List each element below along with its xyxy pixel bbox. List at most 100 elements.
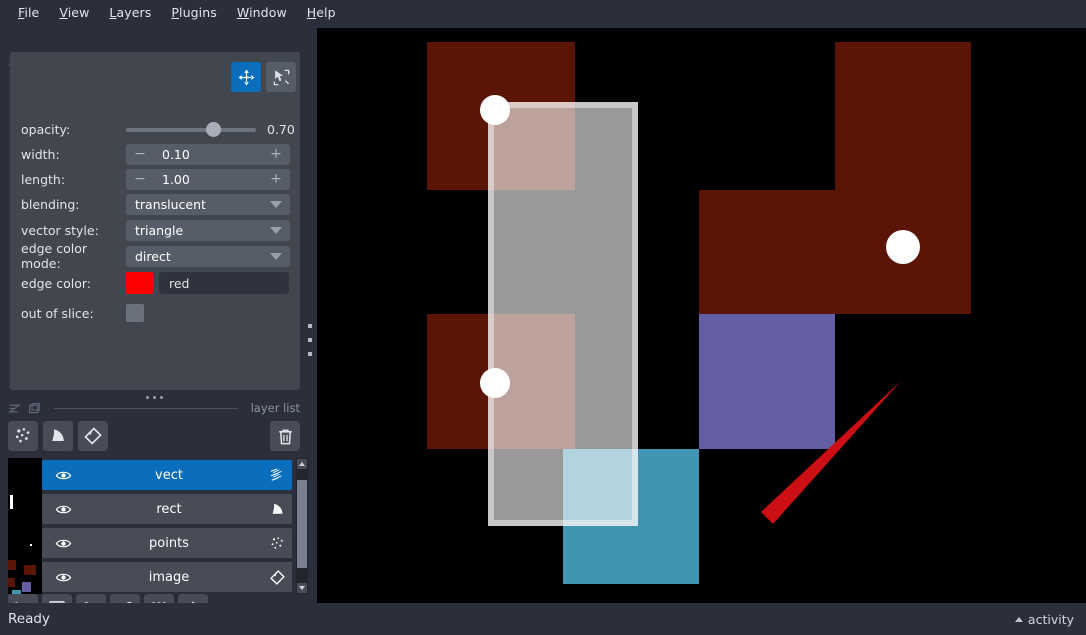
menu-view-rest: iew: [67, 4, 90, 20]
blending-row: blending: translucent: [10, 193, 300, 215]
chevron-down-icon: [270, 200, 282, 208]
edge-color-swatch[interactable]: [126, 272, 153, 294]
blending-combobox[interactable]: translucent: [126, 193, 290, 215]
new-points-button[interactable]: [8, 421, 38, 451]
chevron-down-icon: [270, 226, 282, 234]
layer-list: vect rect points image: [8, 458, 300, 594]
menu-help-rest: elp: [316, 4, 336, 20]
layer-controls-card: opacity: 0.70 width: − 0.10 + length: − …: [10, 52, 300, 390]
width-row: width: − 0.10 +: [10, 143, 300, 165]
layer-name-image: image: [148, 569, 190, 585]
vector-style-row: vector style: triangle: [10, 219, 300, 241]
out-of-slice-label: out of slice:: [21, 305, 94, 321]
length-spinbox[interactable]: − 1.00 +: [126, 168, 290, 190]
width-increment-button[interactable]: +: [270, 147, 282, 161]
select-transform-icon: [273, 69, 289, 85]
edge-color-mode-label: edge color mode:: [21, 241, 88, 271]
layer-row-points[interactable]: points: [8, 526, 292, 560]
layer-row-image[interactable]: image: [8, 560, 292, 594]
splitter-dot: [307, 324, 312, 328]
points-icon: [271, 536, 283, 549]
activity-button[interactable]: activity: [1014, 611, 1074, 627]
vector-style-combobox[interactable]: triangle: [126, 219, 290, 241]
width-value: 0.10: [162, 146, 190, 162]
shapes-icon: [52, 429, 64, 441]
menu-plugins[interactable]: Plugins: [161, 3, 226, 22]
blending-value: translucent: [135, 196, 206, 212]
edge-color-mode-combobox[interactable]: direct: [126, 245, 290, 267]
napari-window: File View Layers Plugins Window Help lay…: [0, 0, 1086, 635]
layer-thumbnail-image: [8, 560, 42, 594]
width-spinbox[interactable]: − 0.10 +: [126, 143, 290, 165]
eye-icon: [55, 505, 71, 513]
edge-color-mode-row: edge color mode: direct: [10, 241, 300, 271]
width-decrement-button[interactable]: −: [134, 147, 146, 161]
float-dock-icon[interactable]: [8, 402, 21, 415]
image-icon: [269, 569, 285, 585]
layer-row-rect[interactable]: rect: [8, 492, 292, 526]
splitter-handle[interactable]: [307, 324, 312, 356]
pan-zoom-tool-button[interactable]: [231, 62, 261, 92]
vectors-overlay: [761, 381, 901, 524]
menu-layers-rest: ayers: [116, 4, 152, 20]
new-labels-button[interactable]: [78, 421, 108, 451]
splitter-dot: [307, 352, 312, 356]
visibility-toggle-points[interactable]: [50, 535, 76, 552]
layer-buttons-toolbar: [8, 421, 300, 451]
length-decrement-button[interactable]: −: [134, 172, 146, 186]
layer-thumbnail-vect: [8, 458, 42, 492]
menu-window[interactable]: Window: [227, 3, 297, 22]
delete-layer-button[interactable]: [270, 421, 300, 451]
edge-color-mode-value: direct: [135, 248, 171, 264]
layer-name-rect: rect: [156, 501, 182, 517]
vector-style-label: vector style:: [21, 222, 99, 238]
out-of-slice-checkbox[interactable]: [126, 304, 144, 322]
visibility-toggle-image[interactable]: [50, 569, 76, 586]
menu-view[interactable]: View: [49, 3, 99, 22]
menu-layers[interactable]: Layers: [99, 3, 161, 22]
length-value: 1.00: [162, 171, 190, 187]
layer-thumbnail-rect: [8, 492, 42, 526]
length-increment-button[interactable]: +: [270, 172, 282, 186]
opacity-slider[interactable]: [126, 118, 256, 140]
status-message: Ready: [8, 611, 50, 627]
menu-bar: File View Layers Plugins Window Help: [0, 0, 1086, 24]
menu-help[interactable]: Help: [297, 3, 346, 22]
chevron-up-icon: [1014, 616, 1023, 622]
menu-file-rest: ile: [24, 4, 40, 20]
visibility-toggle-vect[interactable]: [50, 467, 76, 484]
vector-style-value: triangle: [135, 222, 184, 238]
points-icon: [15, 428, 30, 443]
new-shapes-button[interactable]: [43, 421, 73, 451]
labels-icon: [84, 427, 102, 445]
opacity-slider-knob[interactable]: [206, 122, 221, 137]
edge-color-input[interactable]: red: [159, 272, 289, 294]
layer-row-vect[interactable]: vect: [8, 458, 292, 492]
undock-icon[interactable]: [28, 402, 41, 415]
activity-label: activity: [1027, 611, 1074, 627]
blending-label: blending:: [21, 196, 80, 212]
status-bar: Ready activity: [0, 603, 1086, 635]
layer-type-image: [262, 569, 292, 586]
visibility-toggle-rect[interactable]: [50, 501, 76, 518]
move-arrows-icon: [238, 69, 254, 85]
header-rule: [54, 407, 238, 409]
eye-icon: [55, 573, 71, 581]
panel-splitter[interactable]: [302, 24, 316, 603]
length-label: length:: [21, 171, 66, 187]
layer-name-points: points: [149, 535, 189, 551]
transform-tool-button[interactable]: [266, 62, 296, 92]
chevron-down-icon: [270, 252, 282, 260]
vector-arrow[interactable]: [761, 381, 901, 524]
layer-name-vect: vect: [155, 467, 183, 483]
left-dock-panel: layer controls: [0, 24, 308, 624]
viewer-canvas[interactable]: [317, 28, 1086, 603]
menu-plugins-rest: lugins: [179, 4, 217, 20]
opacity-row: opacity: 0.70: [10, 118, 300, 140]
layer-row-body-points[interactable]: points: [42, 528, 292, 558]
layer-row-body-rect[interactable]: rect: [42, 494, 292, 524]
layer-row-body-vect[interactable]: vect: [42, 460, 292, 490]
layer-row-body-image[interactable]: image: [42, 562, 292, 592]
menu-file[interactable]: File: [8, 3, 49, 22]
vectors-icon: [270, 468, 282, 481]
